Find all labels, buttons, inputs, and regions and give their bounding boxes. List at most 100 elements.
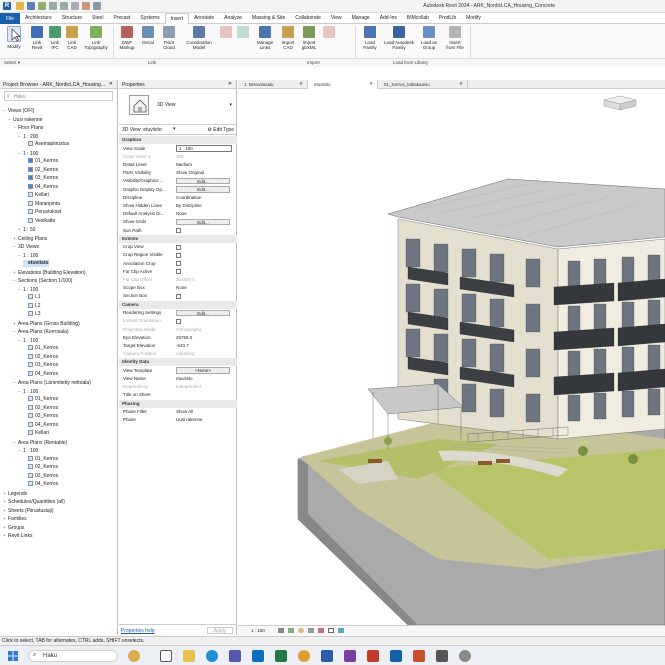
weather-icon[interactable] xyxy=(128,650,140,662)
tree-node[interactable]: 02_Kerros xyxy=(23,166,58,174)
tree-node[interactable]: 03_Kerros xyxy=(23,175,58,182)
open-icon[interactable] xyxy=(16,2,24,10)
tab-steel[interactable]: Steel xyxy=(87,13,108,24)
detail-level-icon[interactable] xyxy=(278,628,284,633)
viewcube[interactable] xyxy=(598,92,642,112)
tree-node[interactable]: 01_Kerros xyxy=(23,455,58,463)
sync-icon[interactable] xyxy=(38,2,46,10)
tree-node[interactable]: 01_Kerros xyxy=(23,158,58,165)
chevron-down-icon[interactable]: ▾ xyxy=(229,102,232,108)
modify-button[interactable]: Modify xyxy=(3,26,25,49)
edit-type-button[interactable]: ⚙ Edit Type xyxy=(207,127,234,133)
tab-view-1[interactable]: 1. Brevvitusalu ✕ xyxy=(238,80,308,89)
property-value[interactable]: -540.7 xyxy=(176,342,232,350)
tab-insert[interactable]: Insert xyxy=(164,12,190,24)
select-panel-label[interactable]: Select ▾ xyxy=(4,60,20,66)
onenote-icon[interactable] xyxy=(344,650,356,662)
decal-button[interactable]: Decal xyxy=(140,26,156,45)
property-section[interactable]: Identity Data xyxy=(119,358,237,367)
3d-view-canvas[interactable] xyxy=(238,89,665,625)
apply-button[interactable]: Apply xyxy=(207,627,233,634)
tree-node[interactable]: 04_Kerros xyxy=(23,481,58,488)
property-section[interactable]: Extents xyxy=(119,234,237,243)
property-value[interactable]: Uusi rakenne xyxy=(176,416,232,424)
save-icon[interactable] xyxy=(27,2,35,10)
tree-node[interactable]: 04_Kerros xyxy=(23,370,58,378)
property-edit-button[interactable]: Edit... xyxy=(176,309,230,317)
tree-node[interactable]: Perustukset xyxy=(23,209,61,216)
tree-node[interactable]: −1 : 100 xyxy=(18,388,38,395)
tree-node[interactable]: 02_Kerros xyxy=(23,464,58,471)
acrobat-icon[interactable] xyxy=(367,650,379,662)
close-icon[interactable]: ✕ xyxy=(459,81,463,87)
tree-node[interactable]: etuviisto xyxy=(23,260,49,267)
import-cad-button[interactable]: Import CAD xyxy=(279,26,297,50)
tree-node[interactable]: L2 xyxy=(23,302,41,310)
tree-node[interactable]: Kellari xyxy=(23,192,49,199)
tree-node[interactable]: −1 : 100 xyxy=(18,447,38,454)
tree-node[interactable]: − Area Plans (Rentable) xyxy=(13,439,67,446)
tree-node[interactable]: + Families xyxy=(3,515,27,522)
project-browser-search[interactable]: ⌕ Haku xyxy=(4,91,113,101)
property-checkbox[interactable] xyxy=(176,244,181,250)
property-value[interactable]: 25758.0 xyxy=(176,334,232,342)
autodesk-access-icon[interactable] xyxy=(436,650,448,662)
tab-prodlib[interactable]: ProdLib xyxy=(434,13,461,24)
tab-analyze[interactable]: Analyze xyxy=(219,13,247,24)
property-section[interactable]: Graphics xyxy=(119,136,237,144)
default-3d-view-icon[interactable] xyxy=(93,2,101,10)
view-scale[interactable]: 1 : 100 xyxy=(251,626,265,635)
tree-node[interactable]: −1 : 100 xyxy=(18,286,38,293)
print-icon[interactable] xyxy=(71,2,79,10)
property-input[interactable]: 1 : 100 xyxy=(176,145,232,152)
link-topography-button[interactable]: Link Topography xyxy=(81,26,111,50)
tree-node[interactable]: −1 : 200 xyxy=(18,133,38,140)
tree-node[interactable]: − Sections (Section 1/100) xyxy=(13,277,72,284)
crop-view-icon[interactable] xyxy=(328,628,334,633)
close-icon[interactable]: ✕ xyxy=(369,81,373,87)
hide-isolate-icon[interactable] xyxy=(338,628,344,633)
property-value[interactable]: Coordination xyxy=(176,194,232,202)
insert-from-file-button[interactable]: Insert from File xyxy=(443,26,467,50)
tree-node[interactable]: Kellari xyxy=(23,430,49,437)
tree-node[interactable]: + Sheets (Piirustuslaji) xyxy=(3,507,54,514)
import-gbxml-button[interactable]: Import gbXML xyxy=(299,26,319,50)
tab-view-kerros-lattiakaavio[interactable]: 01_Kerros_lattiakaavio ✕ xyxy=(378,80,468,89)
close-icon[interactable]: ✕ xyxy=(109,81,113,87)
manage-links-button[interactable]: Manage Links xyxy=(254,26,276,50)
file-explorer-icon[interactable] xyxy=(183,650,195,662)
close-icon[interactable]: ✕ xyxy=(299,81,303,87)
outlook-icon[interactable] xyxy=(252,650,264,662)
tree-node[interactable]: + Area Plans (Gross Building) xyxy=(13,320,80,327)
settings-icon[interactable] xyxy=(459,650,471,662)
edge-icon[interactable] xyxy=(206,650,218,662)
powerpoint-icon[interactable] xyxy=(413,650,425,662)
tree-node[interactable]: + Ceiling Plans xyxy=(13,235,47,242)
close-icon[interactable]: ✕ xyxy=(228,81,232,87)
tree-node[interactable]: − Views (OFI) xyxy=(3,107,34,114)
tab-massing-site[interactable]: Massing & Site xyxy=(247,13,290,24)
tree-node[interactable]: L1 xyxy=(23,294,41,301)
excel-icon[interactable] xyxy=(275,650,287,662)
property-edit-button[interactable]: Edit... xyxy=(176,186,230,193)
property-value[interactable]: None xyxy=(176,284,232,292)
render-icon[interactable] xyxy=(318,628,324,633)
link-image-button[interactable] xyxy=(236,26,250,40)
link-pdf-button[interactable] xyxy=(219,26,233,40)
tab-architecture[interactable]: Architecture xyxy=(20,13,57,24)
redo-icon[interactable] xyxy=(60,2,68,10)
file-tab[interactable]: File xyxy=(0,12,21,24)
tree-node[interactable]: 01_Kerros xyxy=(23,345,58,352)
tree-node[interactable]: −1 : 100 xyxy=(18,337,38,344)
dwf-markup-button[interactable]: DWF Markup xyxy=(116,26,138,50)
tab-systems[interactable]: Systems xyxy=(135,13,164,24)
property-value[interactable]: None xyxy=(176,210,232,218)
tree-node[interactable]: +1 : 50 xyxy=(18,226,36,233)
property-value[interactable]: By Discipline xyxy=(176,202,232,210)
tree-node[interactable]: + Schedules/Quantities (all) xyxy=(3,498,65,505)
property-value[interactable]: etuviisto xyxy=(176,375,232,383)
taskbar-search[interactable]: ⌕ Haku xyxy=(28,650,118,662)
tree-node[interactable]: Maranpinta xyxy=(23,200,60,208)
tree-node[interactable]: 02_Kerros xyxy=(23,353,58,361)
tree-node[interactable]: −1 : 100 xyxy=(18,252,38,259)
